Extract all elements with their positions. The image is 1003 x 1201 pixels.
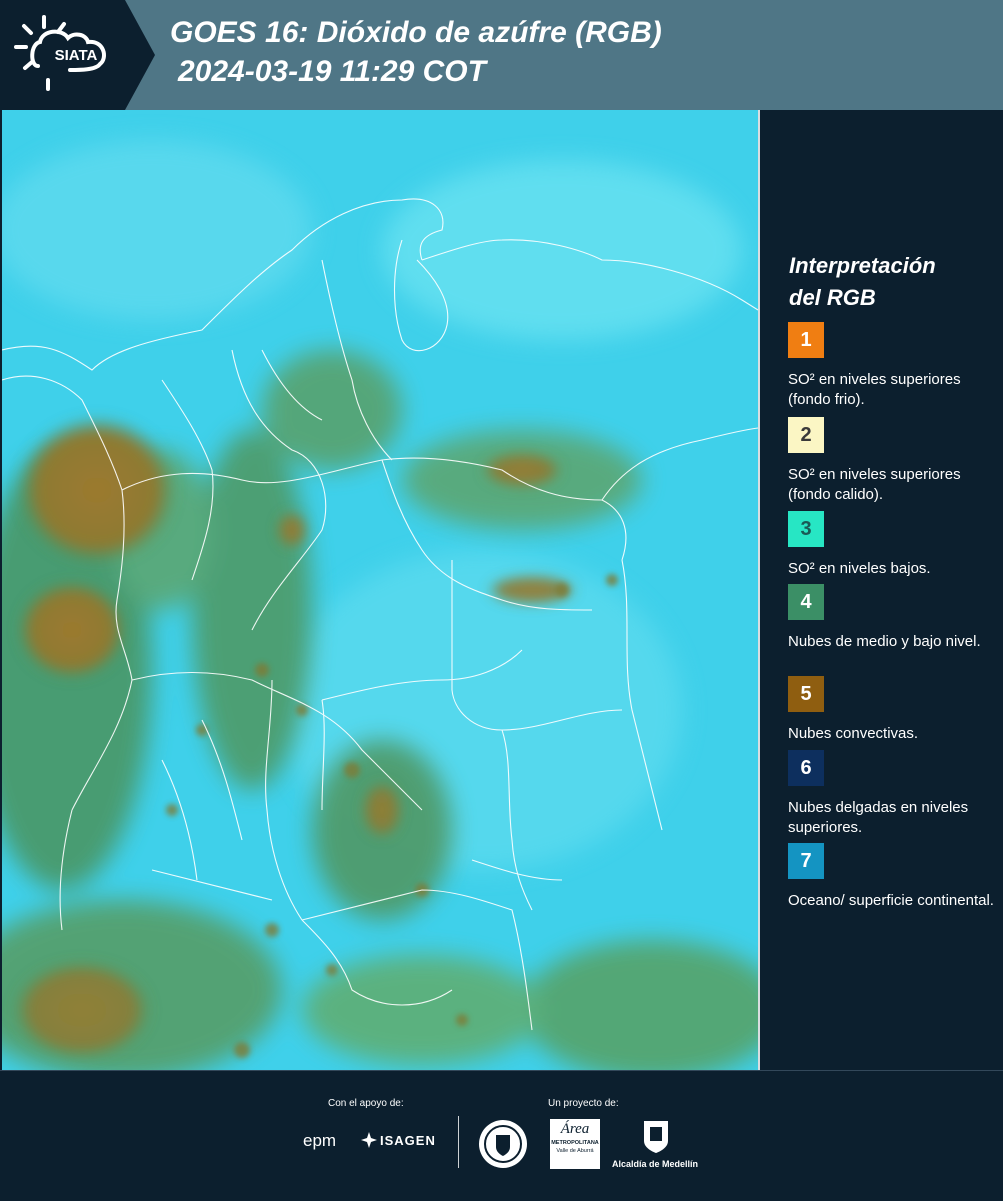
legend-item: 5 Nubes convectivas. <box>788 676 998 744</box>
legend-panel: Interpretación del RGB 1 SO² en niveles … <box>760 110 1003 1070</box>
alcaldia-logo-text: Alcaldía de Medellín <box>612 1159 699 1169</box>
legend-swatch: 6 <box>788 750 824 786</box>
legend-swatch: 2 <box>788 417 824 453</box>
legend-description: Nubes de medio y bajo nivel. <box>788 633 981 650</box>
legend-swatch: 4 <box>788 584 824 620</box>
legend-title-line2: del RGB <box>789 285 876 310</box>
legend-title-line1: Interpretación <box>789 253 936 278</box>
legend-item: 6 Nubes delgadas en niveles superiores. <box>788 750 998 838</box>
medellin-seal-icon <box>479 1120 527 1168</box>
isagen-logo-text: ISAGEN <box>380 1132 436 1148</box>
support-caption: Con el apoyo de: <box>328 1098 404 1109</box>
legend-description: SO² en niveles superiores (fondo calido)… <box>788 466 961 503</box>
footer: Con el apoyo de: Un proyecto de: epm ISA… <box>0 1070 1003 1201</box>
legend-description: SO² en niveles superiores (fondo frio). <box>788 371 961 408</box>
satellite-map <box>2 110 758 1070</box>
satellite-rgb-image <box>2 110 758 1070</box>
legend-description: SO² en niveles bajos. <box>788 560 931 577</box>
isagen-star-icon <box>361 1132 377 1148</box>
legend-item: 7 Oceano/ superficie continental. <box>788 843 998 911</box>
area-metropolitana-logo: Área METROPOLITANA Valle de Aburrá <box>550 1119 600 1169</box>
legend-item: 2 SO² en niveles superiores (fondo calid… <box>788 417 998 505</box>
area-logo-word: Área <box>560 1121 590 1137</box>
page-subtitle-datetime: 2024-03-19 11:29 COT <box>178 55 486 88</box>
page-title: GOES 16: Dióxido de azúfre (RGB) <box>170 16 662 49</box>
legend-title: Interpretación del RGB <box>789 250 989 314</box>
footer-divider <box>458 1116 459 1168</box>
legend-item: 1 SO² en niveles superiores (fondo frio)… <box>788 322 998 410</box>
legend-description: Nubes delgadas en niveles superiores. <box>788 799 969 836</box>
legend-description: Oceano/ superficie continental. <box>788 892 994 909</box>
legend-swatch: 7 <box>788 843 824 879</box>
project-caption: Un proyecto de: <box>548 1098 619 1109</box>
legend-description: Nubes convectivas. <box>788 725 919 742</box>
legend-item: 4 Nubes de medio y bajo nivel. <box>788 584 998 652</box>
area-logo-line3: Valle de Aburrá <box>556 1148 594 1154</box>
legend-item: 3 SO² en niveles bajos. <box>788 511 998 579</box>
siata-logo: SIATA <box>0 0 155 110</box>
area-logo-line2: METROPOLITANA <box>551 1140 599 1146</box>
isagen-logo-group: ISAGEN <box>360 1131 436 1149</box>
legend-swatch: 3 <box>788 511 824 547</box>
legend-swatch: 5 <box>788 676 824 712</box>
epm-logo: epm <box>303 1131 337 1150</box>
alcaldia-shield-icon <box>644 1121 668 1153</box>
legend-swatch: 1 <box>788 322 824 358</box>
siata-logo-text: SIATA <box>55 47 98 64</box>
header-bar: SIATA GOES 16: Dióxido de azúfre (RGB) 2… <box>0 0 1003 110</box>
